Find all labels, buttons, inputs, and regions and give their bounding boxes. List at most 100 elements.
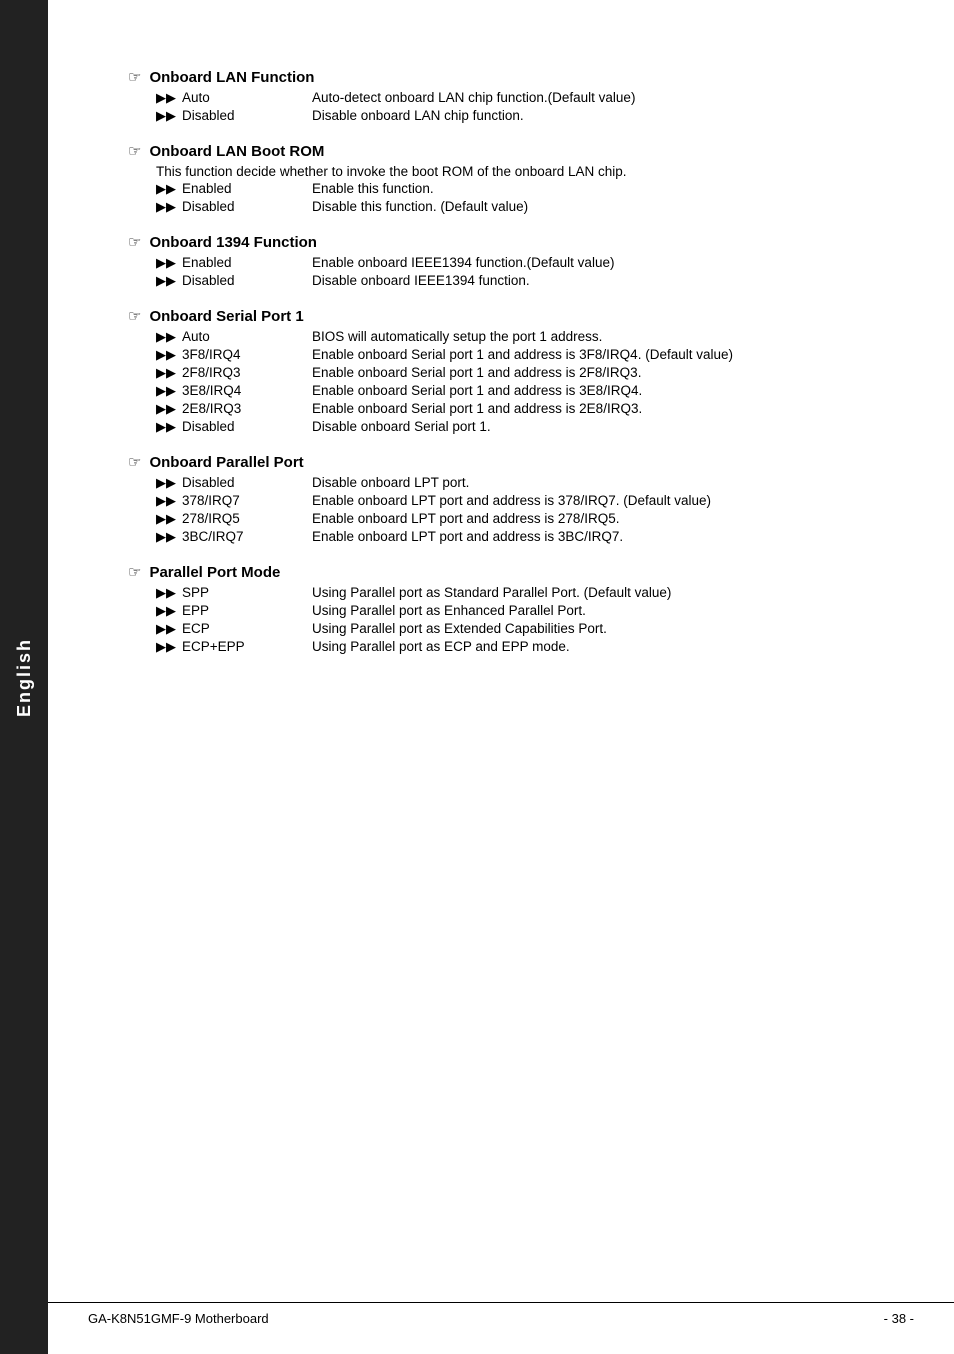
option-row: ▶▶ 3E8/IRQ4Enable onboard Serial port 1 a… (156, 383, 894, 399)
section-icon-onboard-lan-boot-rom: ☞ (128, 142, 141, 160)
option-row: ▶▶ 3BC/IRQ7Enable onboard LPT port and ad… (156, 529, 894, 545)
option-row: ▶▶ EPPUsing Parallel port as Enhanced Par… (156, 603, 894, 619)
option-row: ▶▶ DisabledDisable onboard IEEE1394 funct… (156, 273, 894, 289)
option-arrow-icon: ▶▶ (156, 585, 176, 601)
option-value: Enable onboard IEEE1394 function.(Defaul… (312, 255, 614, 270)
footer: GA-K8N51GMF-9 Motherboard - 38 - (48, 1302, 954, 1334)
option-arrow-icon: ▶▶ (156, 255, 176, 271)
option-row: ▶▶ 2E8/IRQ3Enable onboard Serial port 1 a… (156, 401, 894, 417)
main-content: ☞Onboard LAN Function▶▶AutoAuto-detect o… (48, 0, 954, 1300)
option-arrow-icon: ▶▶ (156, 273, 176, 289)
option-row: ▶▶ EnabledEnable onboard IEEE1394 functio… (156, 255, 894, 271)
option-key: Disabled (182, 419, 312, 434)
option-row: ▶▶ EnabledEnable this function. (156, 181, 894, 197)
option-key: Disabled (182, 475, 312, 490)
section-title-onboard-1394-function: Onboard 1394 Function (149, 234, 317, 251)
option-value: Enable onboard LPT port and address is 3… (312, 493, 711, 508)
option-key: EPP (182, 603, 312, 618)
option-row: ▶▶ 278/IRQ5Enable onboard LPT port and ad… (156, 511, 894, 527)
option-value: Enable onboard Serial port 1 and address… (312, 383, 642, 398)
option-key: 378/IRQ7 (182, 493, 312, 508)
section-title-onboard-serial-port-1: Onboard Serial Port 1 (149, 308, 303, 325)
option-value: Using Parallel port as Standard Parallel… (312, 585, 671, 600)
option-arrow-icon: ▶▶ (156, 199, 176, 215)
option-row: ▶▶SPPUsing Parallel port as Standard Par… (156, 585, 894, 601)
option-row: ▶▶ECP+EPPUsing Parallel port as ECP and … (156, 639, 894, 655)
option-row: ▶▶ AutoAuto-detect onboard LAN chip funct… (156, 90, 894, 106)
option-value: Disable onboard IEEE1394 function. (312, 273, 530, 288)
section-header-onboard-serial-port-1: ☞ Onboard Serial Port 1 (128, 307, 894, 325)
option-key: 3E8/IRQ4 (182, 383, 312, 398)
option-key: Auto (182, 90, 312, 105)
section-icon-onboard-1394-function: ☞ (128, 233, 141, 251)
option-value: Enable onboard LPT port and address is 3… (312, 529, 623, 544)
section-icon-onboard-parallel-port: ☞ (128, 453, 141, 471)
option-value: Auto-detect onboard LAN chip function.(D… (312, 90, 635, 105)
option-arrow-icon: ▶▶ (156, 329, 176, 345)
sidebar-label: English (14, 637, 35, 716)
section-header-onboard-lan-function: ☞ Onboard LAN Function (128, 68, 894, 86)
section-icon-onboard-serial-port-1: ☞ (128, 307, 141, 325)
option-arrow-icon: ▶▶ (156, 639, 176, 655)
option-row: ▶▶ 3F8/IRQ4Enable onboard Serial port 1 a… (156, 347, 894, 363)
option-arrow-icon: ▶▶ (156, 383, 176, 399)
option-arrow-icon: ▶▶ (156, 621, 176, 637)
option-row: ▶▶ DisabledDisable onboard LPT port. (156, 475, 894, 491)
option-row: ▶▶ DisabledDisable this function. (Defaul… (156, 199, 894, 215)
footer-model: GA-K8N51GMF-9 Motherboard (88, 1311, 269, 1326)
option-value: Using Parallel port as Extended Capabili… (312, 621, 607, 636)
section-icon-parallel-port-mode: ☞ (128, 563, 141, 581)
option-arrow-icon: ▶▶ (156, 493, 176, 509)
section-title-onboard-parallel-port: Onboard Parallel Port (149, 454, 303, 471)
option-row: ▶▶AutoBIOS will automatically setup the … (156, 329, 894, 345)
option-row: ▶▶DisabledDisable onboard LAN chip funct… (156, 108, 894, 124)
option-value: Enable this function. (312, 181, 434, 196)
option-arrow-icon: ▶▶ (156, 181, 176, 197)
option-arrow-icon: ▶▶ (156, 529, 176, 545)
option-value: Enable onboard Serial port 1 and address… (312, 365, 641, 380)
option-arrow-icon: ▶▶ (156, 108, 176, 124)
option-key: 2E8/IRQ3 (182, 401, 312, 416)
option-key: 3BC/IRQ7 (182, 529, 312, 544)
option-value: Disable onboard LPT port. (312, 475, 469, 490)
option-arrow-icon: ▶▶ (156, 603, 176, 619)
option-key: Disabled (182, 273, 312, 288)
option-row: ▶▶ 2F8/IRQ3Enable onboard Serial port 1 a… (156, 365, 894, 381)
option-key: Disabled (182, 199, 312, 214)
option-row: ▶▶ DisabledDisable onboard Serial port 1. (156, 419, 894, 435)
option-value: Using Parallel port as Enhanced Parallel… (312, 603, 586, 618)
section-header-onboard-1394-function: ☞ Onboard 1394 Function (128, 233, 894, 251)
section-desc-onboard-lan-boot-rom: This function decide whether to invoke t… (156, 164, 894, 179)
option-value: Enable onboard Serial port 1 and address… (312, 347, 733, 362)
sidebar: English (0, 0, 48, 1354)
section-title-parallel-port-mode: Parallel Port Mode (149, 564, 280, 581)
option-arrow-icon: ▶▶ (156, 401, 176, 417)
option-key: 278/IRQ5 (182, 511, 312, 526)
option-key: Enabled (182, 181, 312, 196)
option-key: Enabled (182, 255, 312, 270)
section-icon-onboard-lan-function: ☞ (128, 68, 141, 86)
section-header-onboard-lan-boot-rom: ☞ Onboard LAN Boot ROM (128, 142, 894, 160)
option-key: ECP (182, 621, 312, 636)
option-key: Auto (182, 329, 312, 344)
option-key: ECP+EPP (182, 639, 312, 654)
option-arrow-icon: ▶▶ (156, 419, 176, 435)
option-key: Disabled (182, 108, 312, 123)
option-value: Enable onboard LPT port and address is 2… (312, 511, 619, 526)
option-row: ▶▶ 378/IRQ7Enable onboard LPT port and ad… (156, 493, 894, 509)
option-arrow-icon: ▶▶ (156, 347, 176, 363)
option-arrow-icon: ▶▶ (156, 90, 176, 106)
option-value: Enable onboard Serial port 1 and address… (312, 401, 642, 416)
option-key: 3F8/IRQ4 (182, 347, 312, 362)
section-title-onboard-lan-boot-rom: Onboard LAN Boot ROM (149, 143, 324, 160)
option-arrow-icon: ▶▶ (156, 365, 176, 381)
footer-page: - 38 - (884, 1311, 914, 1326)
section-header-parallel-port-mode: ☞ Parallel Port Mode (128, 563, 894, 581)
option-value: Disable this function. (Default value) (312, 199, 528, 214)
section-header-onboard-parallel-port: ☞ Onboard Parallel Port (128, 453, 894, 471)
option-arrow-icon: ▶▶ (156, 475, 176, 491)
section-title-onboard-lan-function: Onboard LAN Function (149, 69, 314, 86)
option-key: 2F8/IRQ3 (182, 365, 312, 380)
option-arrow-icon: ▶▶ (156, 511, 176, 527)
option-value: Disable onboard Serial port 1. (312, 419, 491, 434)
